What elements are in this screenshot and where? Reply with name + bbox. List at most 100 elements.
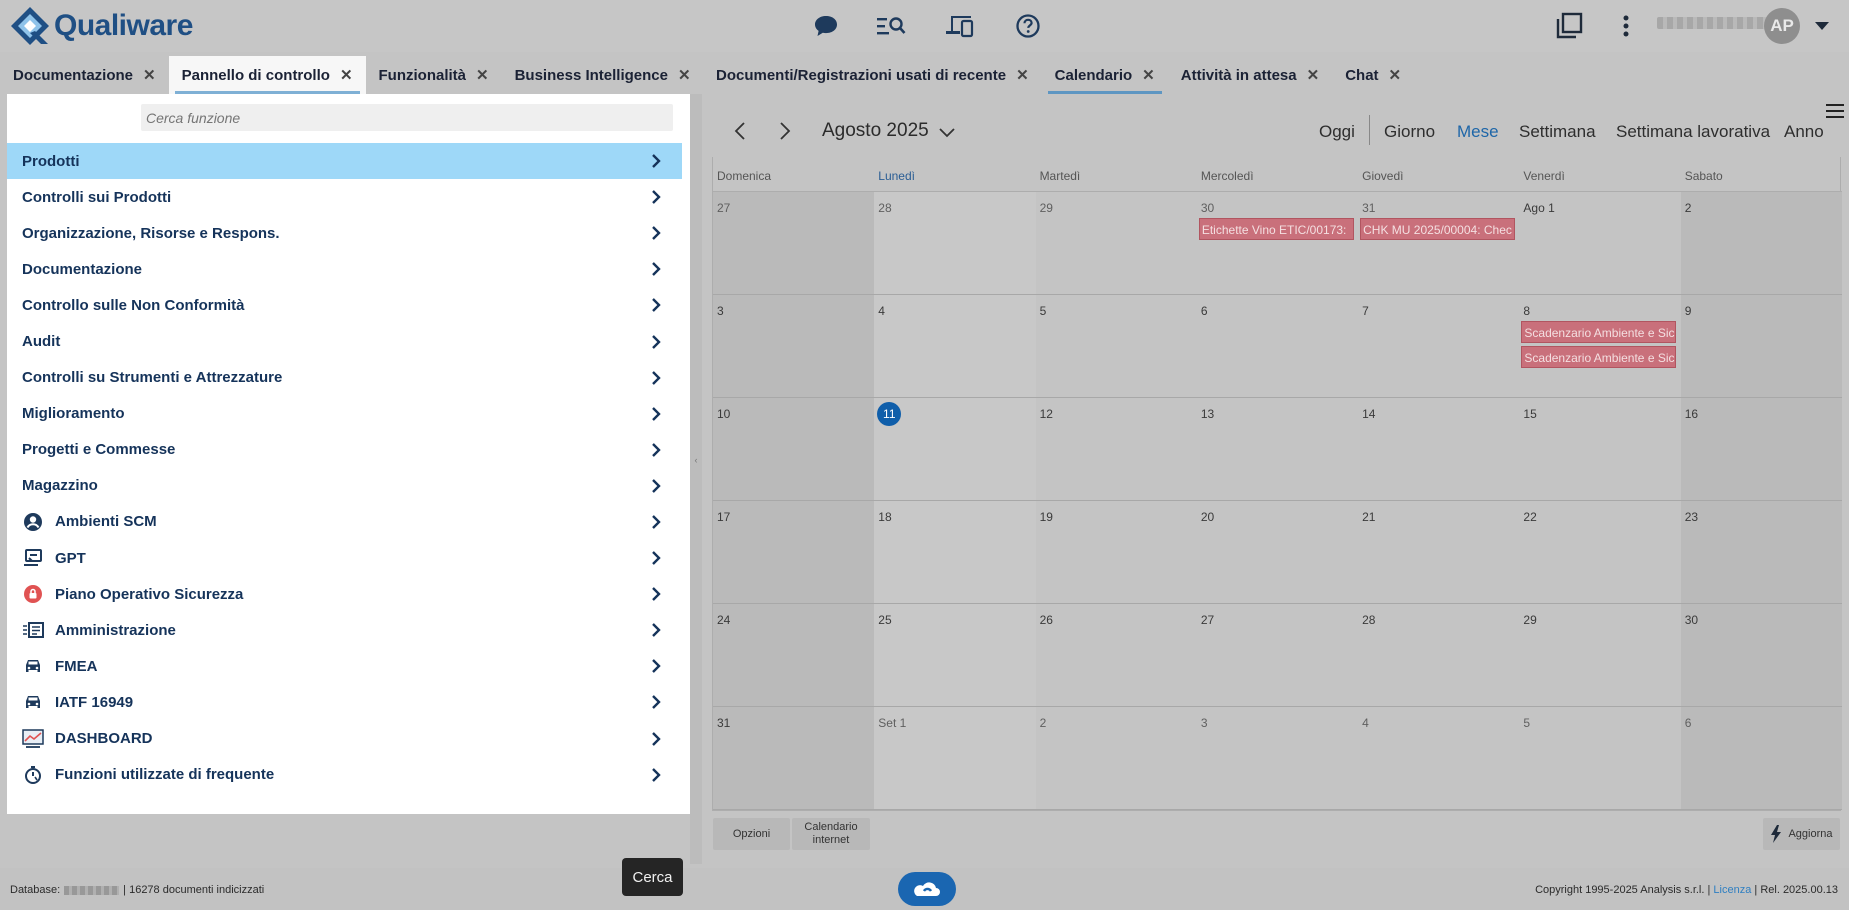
day-cell[interactable]: 4 (1358, 707, 1519, 809)
day-cell[interactable]: 29 (1036, 192, 1197, 294)
day-cell[interactable]: 3 (713, 295, 875, 397)
day-cell[interactable]: 6 (1197, 295, 1358, 397)
calendar-event[interactable]: Scadenzario Ambiente e Sic (1521, 346, 1677, 368)
menu-item[interactable]: Amministrazione (7, 612, 682, 648)
tab-documentazione[interactable]: Documentazione ✕ (0, 56, 169, 94)
day-cell[interactable]: 21 (1358, 501, 1519, 603)
calendar-event[interactable]: Etichette Vino ETIC/00173: (1198, 218, 1354, 240)
close-icon[interactable]: ✕ (143, 66, 156, 84)
chevron-down-icon[interactable] (939, 125, 955, 138)
day-cell[interactable]: 22 (1519, 501, 1680, 603)
search-input[interactable] (141, 104, 673, 131)
close-icon[interactable]: ✕ (1016, 66, 1029, 84)
view-giorno-button[interactable]: Giorno (1384, 122, 1435, 142)
more-vertical-icon[interactable] (1611, 11, 1641, 41)
day-cell[interactable]: 25 (874, 604, 1036, 706)
chat-icon[interactable] (811, 11, 841, 41)
day-cell[interactable]: 30 (1680, 604, 1842, 706)
menu-item[interactable]: Miglioramento (7, 396, 682, 432)
day-cell[interactable]: 28 (874, 192, 1036, 294)
day-cell[interactable]: 19 (1036, 501, 1197, 603)
day-cell[interactable]: 20 (1197, 501, 1358, 603)
tab-chat[interactable]: Chat ✕ (1332, 56, 1414, 94)
day-cell[interactable]: 4 (874, 295, 1036, 397)
menu-item[interactable]: Magazzino (7, 468, 682, 504)
day-cell[interactable]: 11 (874, 398, 1036, 500)
day-cell[interactable]: Set 1 (874, 707, 1036, 809)
devices-icon[interactable] (945, 11, 975, 41)
windows-icon[interactable] (1554, 11, 1584, 41)
previous-month-icon[interactable] (731, 121, 751, 141)
day-cell[interactable]: 30 Etichette Vino ETIC/00173: (1197, 192, 1358, 294)
day-cell[interactable]: 9 (1680, 295, 1842, 397)
next-month-icon[interactable] (774, 121, 794, 141)
calendar-event[interactable]: CHK MU 2025/00004: Chec (1360, 218, 1516, 240)
menu-item[interactable]: FMEA (7, 648, 682, 684)
dropdown-caret-icon[interactable] (1807, 11, 1837, 41)
day-cell[interactable]: 5 (1036, 295, 1197, 397)
day-cell[interactable]: 27 (713, 192, 875, 294)
calendar-event[interactable]: Scadenzario Ambiente e Sic (1521, 321, 1677, 343)
help-icon[interactable] (1013, 11, 1043, 41)
menu-item[interactable]: Piano Operativo Sicurezza (7, 576, 682, 612)
menu-item[interactable]: IATF 16949 (7, 684, 682, 720)
day-cell[interactable]: 13 (1197, 398, 1358, 500)
day-cell[interactable]: 31 CHK MU 2025/00004: Chec (1358, 192, 1519, 294)
day-cell[interactable]: 5 (1519, 707, 1680, 809)
internet-calendar-button[interactable]: Calendario internet (792, 818, 870, 850)
day-cell[interactable]: 2 (1680, 192, 1842, 294)
view-oggi-button[interactable]: Oggi (1319, 122, 1355, 142)
close-icon[interactable]: ✕ (476, 66, 489, 84)
tab-pannello-di-controllo[interactable]: Pannello di controllo ✕ (168, 56, 366, 94)
day-cell[interactable]: 7 (1358, 295, 1519, 397)
search-list-icon[interactable] (876, 11, 906, 41)
view-settimana-button[interactable]: Settimana (1519, 122, 1596, 142)
day-cell[interactable]: 2 (1036, 707, 1197, 809)
view-anno-button[interactable]: Anno (1784, 122, 1824, 142)
qualiware-logo[interactable]: Qualiware (8, 4, 193, 48)
menu-item[interactable]: Controlli su Strumenti e Attrezzature (7, 360, 682, 396)
menu-icon[interactable] (1826, 103, 1844, 119)
close-icon[interactable]: ✕ (1389, 66, 1402, 84)
day-cell[interactable]: 15 (1519, 398, 1680, 500)
assistant-button[interactable] (898, 872, 956, 906)
day-cell[interactable]: Ago 1 (1519, 192, 1680, 294)
view-mese-button[interactable]: Mese (1457, 122, 1499, 142)
day-cell[interactable]: 17 (713, 501, 875, 603)
menu-item[interactable]: Funzioni utilizzate di frequente (7, 757, 682, 793)
tab-business-intelligence[interactable]: Business Intelligence ✕ (502, 56, 704, 94)
close-icon[interactable]: ✕ (340, 66, 353, 84)
menu-item[interactable]: Documentazione (7, 251, 682, 287)
menu-item[interactable]: Controlli sui Prodotti (7, 179, 682, 215)
menu-item[interactable]: Controllo sulle Non Conformità (7, 287, 682, 323)
day-cell[interactable]: 8 Scadenzario Ambiente e Sic Scadenzario A… (1519, 295, 1680, 397)
close-icon[interactable]: ✕ (1142, 66, 1155, 84)
options-button[interactable]: Opzioni (713, 818, 790, 850)
day-cell[interactable]: 31 (713, 707, 875, 809)
license-link[interactable]: Licenza (1713, 884, 1751, 896)
day-cell[interactable]: 16 (1680, 398, 1842, 500)
close-icon[interactable]: ✕ (1307, 66, 1320, 84)
menu-item[interactable]: Progetti e Commesse (7, 432, 682, 468)
menu-item[interactable]: GPT (7, 540, 682, 576)
close-icon[interactable]: ✕ (678, 66, 691, 84)
day-cell[interactable]: 10 (713, 398, 875, 500)
day-cell[interactable]: 29 (1519, 604, 1680, 706)
panel-splitter[interactable] (690, 94, 702, 864)
menu-item[interactable]: DASHBOARD (7, 721, 682, 757)
day-cell[interactable]: 26 (1036, 604, 1197, 706)
day-cell[interactable]: 6 (1680, 707, 1842, 809)
menu-item[interactable]: Audit (7, 323, 682, 359)
month-title[interactable]: Agosto 2025 (822, 120, 929, 142)
menu-item[interactable]: Organizzazione, Risorse e Respons. (7, 215, 682, 251)
day-cell[interactable]: 12 (1036, 398, 1197, 500)
tab-calendario[interactable]: Calendario ✕ (1042, 56, 1168, 94)
day-cell[interactable]: 18 (874, 501, 1036, 603)
tab-documenti-recenti[interactable]: Documenti/Registrazioni usati di recente… (703, 56, 1042, 94)
day-cell[interactable]: 14 (1358, 398, 1519, 500)
day-cell[interactable]: 23 (1680, 501, 1842, 603)
menu-item[interactable]: Ambienti SCM (7, 504, 682, 540)
avatar[interactable]: AP (1764, 8, 1800, 44)
view-settimana-lavorativa-button[interactable]: Settimana lavorativa (1616, 122, 1770, 142)
day-cell[interactable]: 28 (1358, 604, 1519, 706)
